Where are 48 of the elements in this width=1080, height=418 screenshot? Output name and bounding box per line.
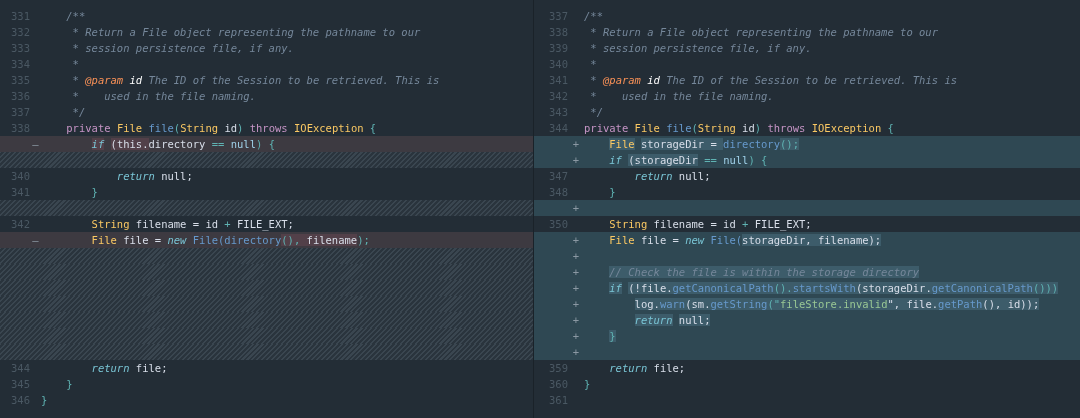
diff-marker: + [571,202,581,214]
diff-marker: + [571,282,581,294]
code-line: * @param id The ID of the Session to be retrieved. This is [589,73,958,88]
code-line: return null; [633,169,711,184]
code-line: return file; [90,361,168,376]
diff-marker: + [571,154,581,166]
code-line: * [71,57,79,72]
code-line: File storageDir = directory(); [608,137,799,152]
code-line: } [608,185,616,200]
code-line: private File file(String id) throws IOException { [584,121,894,136]
diff-marker: + [571,330,581,342]
code-line: * @param id The ID of the Session to be retrieved. This is [71,73,440,88]
code-line: * session persistence file, if any. [589,41,812,56]
diff-marker: + [571,314,581,326]
code-line: */ [589,105,603,120]
code-line: } [41,393,48,408]
code-line: } [65,377,73,392]
diff-marker: + [571,138,581,150]
diff-marker: + [571,266,581,278]
code-line: /** [65,9,86,24]
code-line: } [584,377,591,392]
code-line: return null; [633,313,711,328]
code-line: String filename = id + FILE_EXT; [90,217,294,232]
code-line: } [90,185,98,200]
code-line: if (!file.getCanonicalPath().startsWith(storageDir.getCanonicalPath())) [608,281,1059,296]
code-line: * session persistence file, if any. [71,41,294,56]
diff-marker: + [571,346,581,358]
code-line: private File file(String id) throws IOException { [65,121,377,136]
code-line: * Return a File object representing the pathname to our [589,25,938,40]
code-line: */ [71,105,86,120]
code-line: if (this.directory == null) { [90,137,275,152]
code-line: String filename = id + FILE_EXT; [608,217,812,232]
diff-marker: — [31,138,40,150]
diff-marker: + [571,250,581,262]
code-line: return file; [608,361,686,376]
code-line: * Return a File object representing the pathname to our [71,25,421,40]
code-line: * used in the file naming. [589,89,774,104]
code-line: /** [584,9,603,24]
code-line: File file = new File(directory(), filename); [90,233,370,248]
code-line: * [589,57,597,72]
code-line: log.warn(sm.getString("fileStore.invalid", file.getPath(), id)); [633,297,1040,312]
diff-marker: + [571,234,581,246]
code-line: if (storageDir == null) { [608,153,768,168]
diff-marker: + [571,298,581,310]
code-line: return null; [115,169,193,184]
code-line: * used in the file naming. [71,89,256,104]
diff-marker: — [31,234,40,246]
code-line: File file = new File(storageDir, filename); [608,233,882,248]
